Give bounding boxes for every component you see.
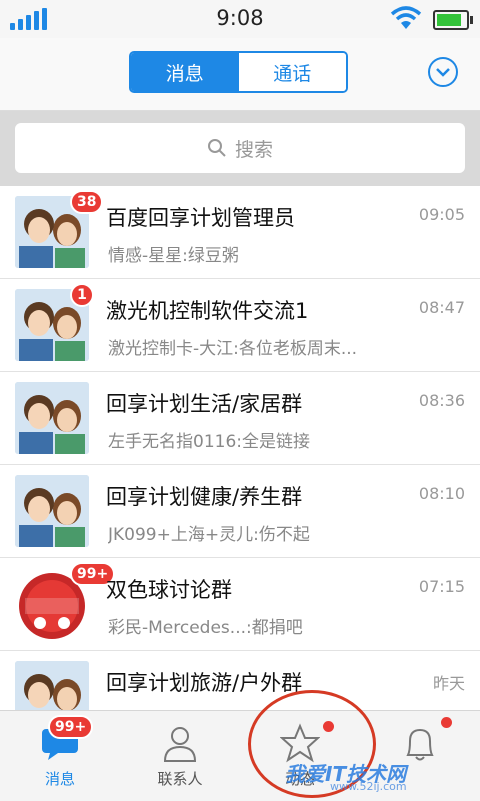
conversation-list: 38 百度回享计划管理员 情感-星星:绿豆粥 09:05 1 激光机控制软件交流…	[0, 186, 480, 710]
list-item[interactable]: 38 百度回享计划管理员 情感-星星:绿豆粥 09:05	[0, 186, 480, 279]
tab-bar-label: 联系人	[157, 770, 203, 788]
tab-bar-label: 消息	[44, 770, 75, 788]
tab-messages[interactable]: 消息	[131, 53, 239, 91]
bell-icon	[406, 728, 434, 761]
wifi-icon	[390, 6, 422, 29]
conversation-preview: 彩民-Mercedes...:都捐吧	[108, 618, 303, 638]
search-placeholder: 搜索	[234, 138, 273, 161]
list-item[interactable]: 回享计划旅游/户外群 昨天	[0, 651, 480, 710]
list-item[interactable]: 99+ 双色球讨论群 彩民-Mercedes...:都捐吧 07:15	[0, 558, 480, 651]
conversation-name: 百度回享计划管理员	[106, 206, 295, 230]
conversation-time: 08:47	[418, 298, 465, 317]
list-item[interactable]: 回享计划生活/家居群 左手无名指0116:全是链接 08:36	[0, 372, 480, 465]
conversation-preview: JK099+上海+灵儿:伤不起	[108, 525, 310, 545]
conversation-name: 回享计划生活/家居群	[106, 392, 303, 416]
conversation-preview: 情感-星星:绿豆粥	[108, 246, 239, 266]
tab-badge: 99+	[48, 715, 94, 739]
conversation-name: 回享计划健康/养生群	[106, 485, 303, 509]
star-icon	[280, 723, 320, 763]
tab-calls[interactable]: 通话	[238, 53, 346, 91]
unread-badge: 38	[70, 190, 104, 214]
unread-badge: 1	[70, 283, 94, 307]
list-item[interactable]: 回享计划健康/养生群 JK099+上海+灵儿:伤不起 08:10	[0, 465, 480, 558]
watermark-url: www.52ij.com	[330, 780, 407, 793]
segmented-control: 消息 通话	[129, 51, 348, 93]
conversation-time: 09:05	[418, 205, 465, 224]
conversation-name: 激光机控制软件交流1	[106, 299, 309, 323]
list-item[interactable]: 1 激光机控制软件交流1 激光控制卡-大江:各位老板周末... 08:47	[0, 279, 480, 372]
person-icon	[163, 727, 197, 762]
couple-avatar	[15, 475, 89, 547]
conversation-time: 昨天	[432, 674, 465, 693]
search-input[interactable]: 搜索	[15, 123, 465, 173]
dropdown-button[interactable]	[428, 57, 458, 87]
battery-icon	[433, 10, 473, 30]
tab-bar-contacts[interactable]: 联系人	[120, 711, 240, 801]
notification-dot	[441, 717, 452, 728]
status-bar: 9:08	[0, 0, 480, 38]
conversation-time: 08:10	[418, 484, 465, 503]
bottom-tab-bar: 99+ 消息 联系人 动态	[0, 710, 480, 801]
search-area: 搜索	[0, 111, 480, 186]
couple-avatar	[15, 382, 89, 454]
conversation-name: 回享计划旅游/户外群	[106, 671, 303, 695]
notification-dot	[323, 721, 334, 732]
search-icon	[207, 139, 226, 157]
conversation-preview: 左手无名指0116:全是链接	[108, 432, 310, 452]
conversation-time: 08:36	[418, 391, 465, 410]
chevron-down-icon	[436, 68, 450, 77]
conversation-preview: 激光控制卡-大江:各位老板周末...	[108, 339, 358, 359]
conversation-name: 双色球讨论群	[106, 578, 232, 602]
conversation-time: 07:15	[418, 577, 465, 596]
header: 消息 通话	[0, 38, 480, 111]
tab-bar-messages[interactable]: 99+ 消息	[0, 711, 120, 801]
couple-avatar	[15, 661, 89, 710]
